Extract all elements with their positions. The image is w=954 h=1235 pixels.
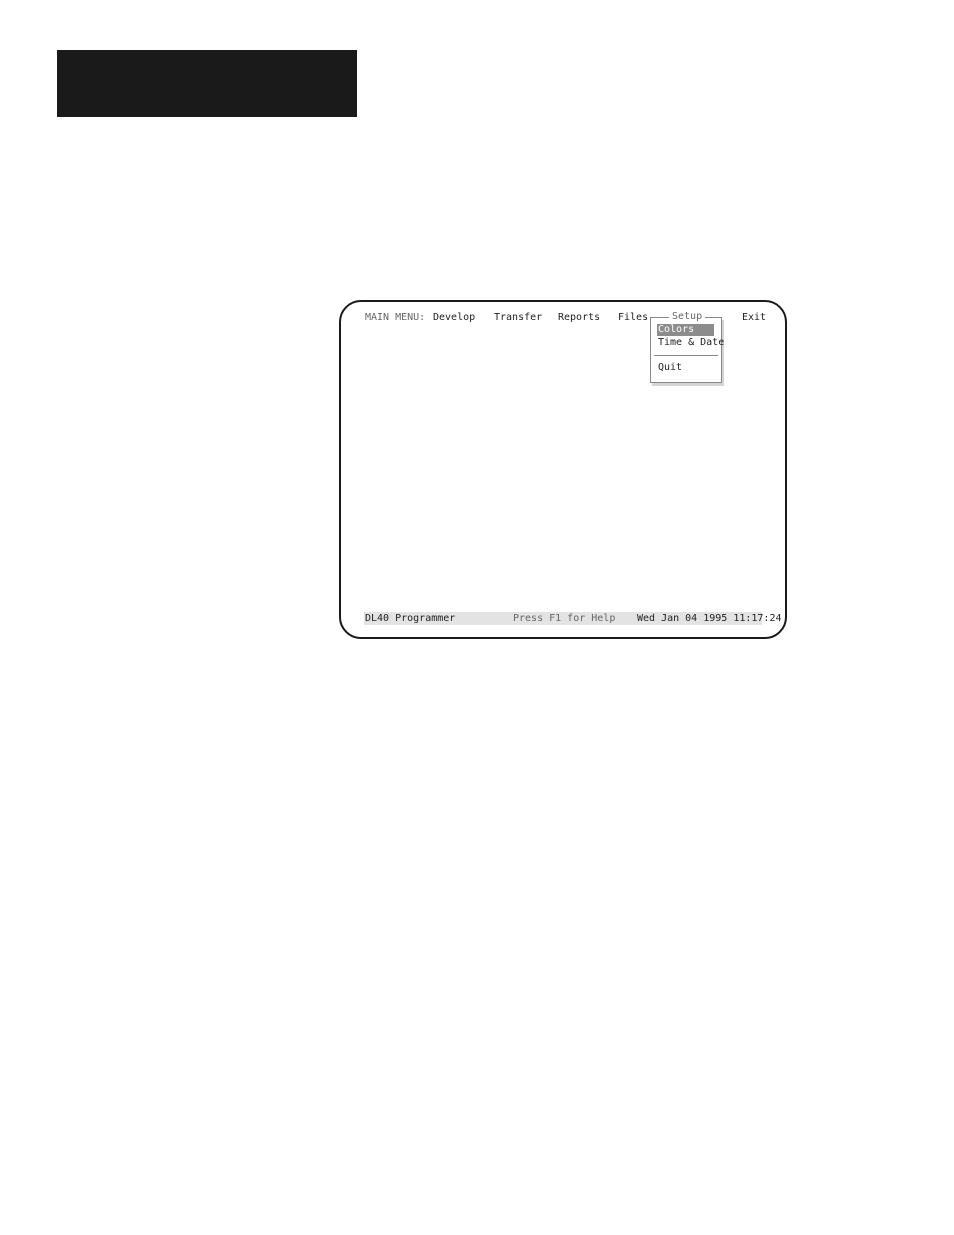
menu-transfer[interactable]: Transfer [494,311,542,324]
status-bar: DL40 Programmer Press F1 for Help Wed Ja… [364,612,782,625]
status-datetime: Wed Jan 04 1995 11:17:24 [637,613,782,624]
setup-dropdown: Setup Colors Time & Date Quit [650,311,724,383]
menu-reports[interactable]: Reports [558,311,600,324]
setup-item-colors[interactable]: Colors [657,324,714,336]
menu-setup[interactable]: Setup [669,311,706,323]
menu-exit[interactable]: Exit [742,311,766,324]
menu-files[interactable]: Files [618,311,648,324]
menu-separator [654,355,718,356]
menu-develop[interactable]: Develop [433,311,475,324]
status-help-text: Press F1 for Help [513,613,616,624]
status-app-name: DL40 Programmer [365,613,456,624]
setup-item-time-date[interactable]: Time & Date [657,337,724,349]
header-block [57,50,357,117]
setup-item-quit[interactable]: Quit [657,362,714,374]
main-menu-label: MAIN MENU: [365,312,426,323]
